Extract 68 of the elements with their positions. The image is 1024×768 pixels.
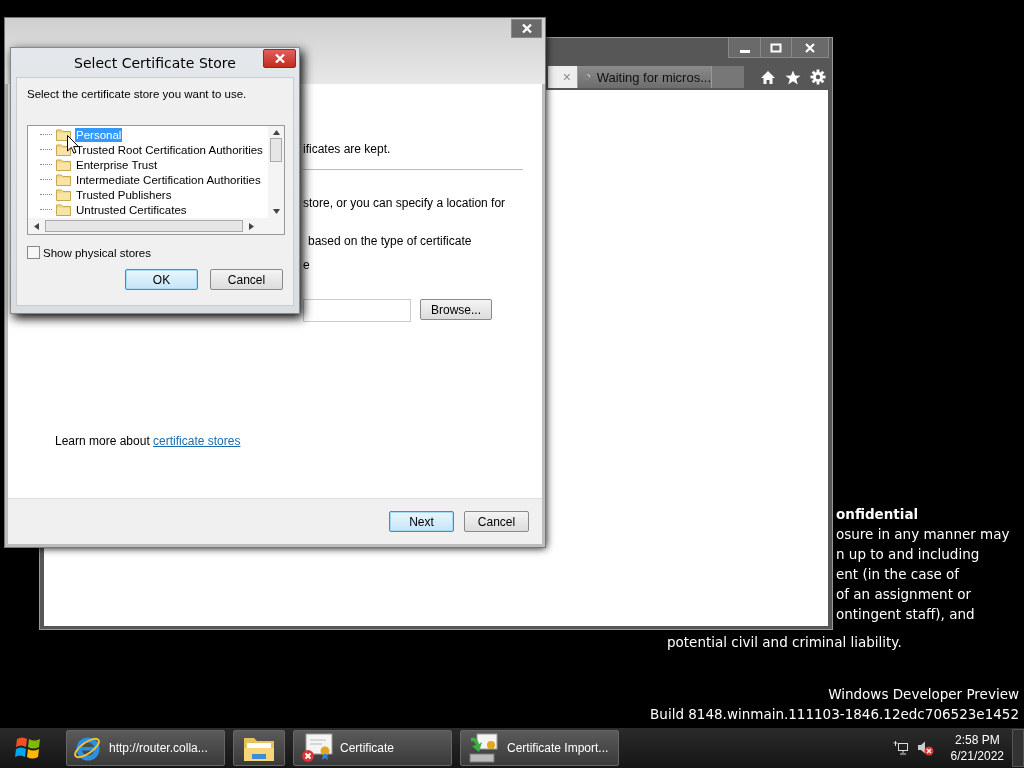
wizard-button[interactable]: Cancel xyxy=(464,511,529,532)
flag-icon xyxy=(14,735,42,761)
right-arrow-icon[interactable] xyxy=(249,222,254,230)
maximize-button[interactable] xyxy=(760,38,791,57)
watermark-text: Windows Developer Preview xyxy=(828,685,1019,704)
clock-time[interactable]: 2:58 PM xyxy=(954,732,1000,748)
close-button[interactable] xyxy=(791,38,828,57)
dialog-button[interactable]: OK xyxy=(125,269,198,290)
tree-item[interactable]: Trusted Publishers xyxy=(75,187,173,202)
up-arrow-icon[interactable] xyxy=(272,130,280,135)
star-icon[interactable] xyxy=(785,69,801,85)
minimize-icon xyxy=(739,49,750,53)
store-field[interactable] xyxy=(303,299,411,322)
close-icon xyxy=(804,42,816,53)
certificate-error-icon xyxy=(300,732,334,764)
scroll-thumb[interactable] xyxy=(270,138,282,162)
prompt-text: Select the certificate store you want to use. xyxy=(27,88,248,100)
certificate-import-icon xyxy=(467,732,501,764)
description-text: ificates are kept. xyxy=(303,142,391,156)
notice-text: ent (in the case of xyxy=(836,565,961,584)
learn-more-text: Learn more about certificate stores xyxy=(55,434,242,448)
home-icon[interactable] xyxy=(760,69,776,85)
vertical-scrollbar[interactable] xyxy=(268,126,284,218)
horizontal-scrollbar[interactable] xyxy=(28,218,284,234)
speaker-muted-icon[interactable] xyxy=(916,740,935,756)
settings-icon[interactable] xyxy=(810,69,826,85)
scroll-thumb[interactable] xyxy=(45,220,243,232)
option-label: based on the type of certificate xyxy=(308,234,472,248)
taskbar-button[interactable]: Certificate xyxy=(293,730,452,766)
folder-icon xyxy=(56,173,71,186)
clock-date[interactable]: 6/21/2022 xyxy=(950,748,1004,764)
taskbar-button[interactable] xyxy=(233,730,285,766)
option-label: e xyxy=(303,258,310,272)
browser-tab[interactable]: Waiting for micros... xyxy=(577,66,711,88)
taskbar-button[interactable]: http://router.colla... xyxy=(66,730,225,766)
wizard-button[interactable]: Next xyxy=(389,511,454,532)
tab-title: Waiting for micros... xyxy=(596,69,711,85)
notice-text: potential civil and criminal liability. xyxy=(667,634,902,650)
folder-icon xyxy=(56,158,71,171)
notice-text: osure in any manner may xyxy=(836,525,1010,544)
browse-button[interactable]: Browse... xyxy=(420,299,492,320)
maximize-icon xyxy=(770,42,782,53)
left-arrow-icon[interactable] xyxy=(34,222,39,230)
folder-icon xyxy=(56,203,71,216)
close-icon xyxy=(520,23,533,34)
notice-text: n up to and including xyxy=(836,545,981,564)
checkbox[interactable] xyxy=(27,246,40,259)
folder-icon xyxy=(56,188,71,201)
taskbar-button[interactable]: Certificate Import... xyxy=(460,730,619,766)
dialog-button[interactable]: Cancel xyxy=(210,269,283,290)
notice-text: ontingent staff), and xyxy=(836,605,976,624)
tree-item[interactable]: Untrusted Certificates xyxy=(75,202,188,217)
certificate-stores-link[interactable]: certificate stores xyxy=(153,434,241,448)
close-button[interactable] xyxy=(511,19,542,38)
notice-text: of an assignment or xyxy=(836,585,973,604)
close-button[interactable] xyxy=(263,49,296,68)
tree-item[interactable]: Intermediate Certification Authorities xyxy=(75,172,262,187)
tree-item[interactable]: Enterprise Trust xyxy=(75,157,159,172)
dialog-title: Select Certificate Store xyxy=(74,55,236,71)
tree-item[interactable]: Trusted Root Certification Authorities xyxy=(75,142,264,157)
notice-title: onfidential xyxy=(836,505,920,524)
close-icon xyxy=(273,53,286,64)
watermark-text: Build 8148.winmain.111103-1846.12edc706523e1452 xyxy=(650,705,1019,724)
down-arrow-icon[interactable] xyxy=(272,209,280,214)
network-icon[interactable] xyxy=(892,740,909,756)
description-text: store, or you can specify a location for xyxy=(303,196,506,210)
minimize-button[interactable] xyxy=(729,38,760,57)
checkbox-label: Show physical stores xyxy=(43,246,152,259)
